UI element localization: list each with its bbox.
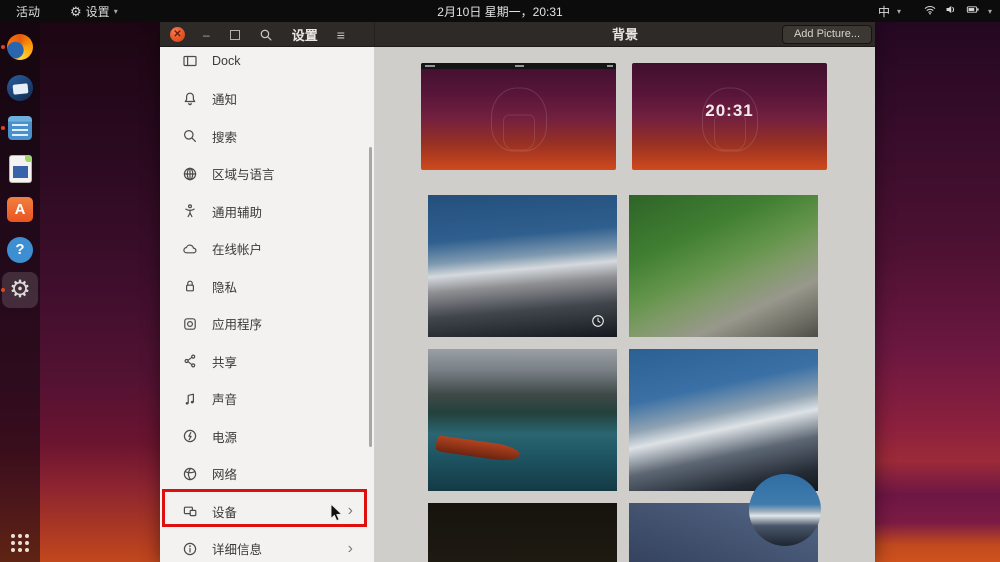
power-icon bbox=[182, 428, 198, 444]
minimize-button[interactable]: – bbox=[203, 28, 210, 42]
sidebar-item-label: 隐私 bbox=[212, 277, 237, 296]
running-indicator-dot bbox=[1, 45, 5, 49]
clock-menu-button[interactable]: 2月10日 星期一，20:31 bbox=[0, 3, 1000, 20]
hamburger-menu-icon[interactable]: ≡ bbox=[337, 28, 345, 42]
lock-screen-time: 20:31 bbox=[632, 101, 827, 121]
bell-icon bbox=[182, 91, 198, 107]
wallpaper-thumbnail-lake-boat[interactable] bbox=[428, 349, 617, 491]
chevron-down-icon: ▾ bbox=[897, 7, 901, 16]
dock-item-thunderbird[interactable] bbox=[4, 72, 36, 104]
help-icon: ? bbox=[7, 237, 33, 263]
firefox-icon bbox=[7, 34, 33, 60]
files-icon bbox=[8, 116, 32, 140]
search-icon bbox=[182, 128, 198, 144]
sidebar-item-power[interactable]: 电源 bbox=[160, 417, 375, 455]
lock-screen-preview[interactable]: 20:31 bbox=[632, 63, 827, 170]
chevron-right-icon: › bbox=[348, 541, 353, 557]
sidebar-item-label: 搜索 bbox=[212, 127, 237, 146]
sidebar-item-label: 共享 bbox=[212, 352, 237, 371]
sidebar-item-sharing[interactable]: 共享 bbox=[160, 342, 375, 380]
sidebar-item-label: 通用辅助 bbox=[212, 202, 262, 221]
sidebar-item-label: 详细信息 bbox=[212, 539, 262, 558]
top-bar: 活动 ⚙ 设置 ▾ 2月10日 星期一，20:31 中 ▾ ▾ bbox=[0, 0, 1000, 22]
sidebar-item-region-language[interactable]: 区域与语言 bbox=[160, 155, 375, 193]
dock-item-ubuntu-software[interactable]: A bbox=[4, 193, 36, 225]
wallpaper-circle-artifact bbox=[749, 474, 821, 546]
sidebar-item-privacy[interactable]: 隐私 bbox=[160, 267, 375, 305]
window-title: 设置 bbox=[292, 25, 318, 44]
sidebar-item-label: 通知 bbox=[212, 89, 237, 108]
system-tray[interactable]: 中 ▾ ▾ bbox=[878, 0, 992, 22]
network-icon bbox=[182, 466, 198, 482]
timed-wallpaper-clock-icon bbox=[591, 314, 605, 328]
globe-icon bbox=[182, 166, 198, 182]
maximize-button[interactable] bbox=[230, 30, 240, 40]
boat-shape bbox=[435, 435, 520, 463]
settings-sidebar: Dock通知搜索区域与语言通用辅助在线帐户隐私应用程序共享声音电源网络设备›详细… bbox=[160, 47, 375, 562]
sidebar-item-universal-access[interactable]: 通用辅助 bbox=[160, 192, 375, 230]
running-indicator-dot bbox=[1, 288, 5, 292]
settings-window: ✕ – 设置 ≡ 背景 Add Picture... Dock 通知搜索区域与语言… bbox=[160, 22, 875, 562]
mouse-cursor bbox=[330, 503, 344, 522]
sidebar-item-label: 网络 bbox=[212, 464, 237, 483]
sidebar-item-label: 电源 bbox=[212, 427, 237, 446]
applications-icon bbox=[182, 316, 198, 332]
music-note-icon bbox=[182, 391, 198, 407]
sidebar-item-label: Dock bbox=[212, 54, 240, 68]
wallpaper-thumbnail-tree-walkway[interactable] bbox=[629, 195, 818, 337]
wifi-icon bbox=[923, 3, 937, 19]
add-picture-button[interactable]: Add Picture... bbox=[782, 25, 872, 44]
sidebar-item-label: 应用程序 bbox=[212, 314, 262, 333]
sidebar-item-network[interactable]: 网络 bbox=[160, 455, 375, 493]
mini-top-bar bbox=[421, 63, 616, 69]
sidebar-item-label: 区域与语言 bbox=[212, 164, 275, 183]
show-applications-button[interactable] bbox=[9, 532, 31, 554]
wallpaper-outline-art bbox=[491, 87, 547, 151]
info-icon bbox=[182, 541, 198, 557]
sidebar-item-label: 在线帐户 bbox=[212, 239, 262, 258]
cloud-icon bbox=[182, 241, 198, 257]
wallpaper-thumbnail-dark-rocks[interactable] bbox=[428, 503, 617, 562]
close-button[interactable]: ✕ bbox=[170, 27, 185, 42]
window-headerbar: ✕ – 设置 ≡ 背景 Add Picture... bbox=[160, 22, 875, 47]
battery-icon bbox=[965, 3, 981, 19]
dock-item-files[interactable] bbox=[4, 112, 36, 144]
desktop: 活动 ⚙ 设置 ▾ 2月10日 星期一，20:31 中 ▾ ▾ A? ⚙ ✕ – bbox=[0, 0, 1000, 562]
dock-item-help[interactable]: ? bbox=[4, 234, 36, 266]
dock-item-firefox[interactable] bbox=[4, 31, 36, 63]
sidebar-item-sound[interactable]: 声音 bbox=[160, 380, 375, 418]
sidebar-item-dock[interactable]: Dock bbox=[160, 47, 375, 80]
dock-icon bbox=[182, 53, 198, 69]
sidebar-item-notifications[interactable]: 通知 bbox=[160, 80, 375, 118]
accessibility-icon bbox=[182, 203, 198, 219]
chevron-down-icon: ▾ bbox=[988, 7, 992, 16]
sidebar-item-search[interactable]: 搜索 bbox=[160, 117, 375, 155]
desktop-preview[interactable] bbox=[421, 63, 616, 170]
volume-icon bbox=[944, 3, 958, 19]
sidebar-item-details[interactable]: 详细信息 › bbox=[160, 530, 375, 562]
ubuntu-software-icon: A bbox=[7, 197, 33, 222]
sidebar-item-label: 声音 bbox=[212, 389, 237, 408]
libreoffice-writer-icon bbox=[10, 156, 31, 182]
wallpaper-thumbnail-mountain-peak[interactable] bbox=[629, 349, 818, 491]
wallpaper-thumbnail-snowy-mountains[interactable] bbox=[428, 195, 617, 337]
settings-icon: ⚙ bbox=[9, 278, 31, 302]
input-method-indicator: 中 bbox=[878, 3, 890, 20]
sidebar-item-online-accounts[interactable]: 在线帐户 bbox=[160, 230, 375, 268]
lock-icon bbox=[182, 278, 198, 294]
dock-item-settings[interactable]: ⚙ bbox=[4, 274, 36, 306]
dock: A? ⚙ bbox=[0, 22, 40, 562]
thunderbird-icon bbox=[7, 75, 33, 101]
sidebar-item-applications[interactable]: 应用程序 bbox=[160, 305, 375, 343]
search-icon[interactable] bbox=[259, 28, 273, 42]
share-icon bbox=[182, 353, 198, 369]
dock-item-libreoffice-writer[interactable] bbox=[4, 153, 36, 185]
running-indicator-dot bbox=[1, 126, 5, 130]
headerbar-left: ✕ – 设置 ≡ bbox=[160, 22, 375, 47]
